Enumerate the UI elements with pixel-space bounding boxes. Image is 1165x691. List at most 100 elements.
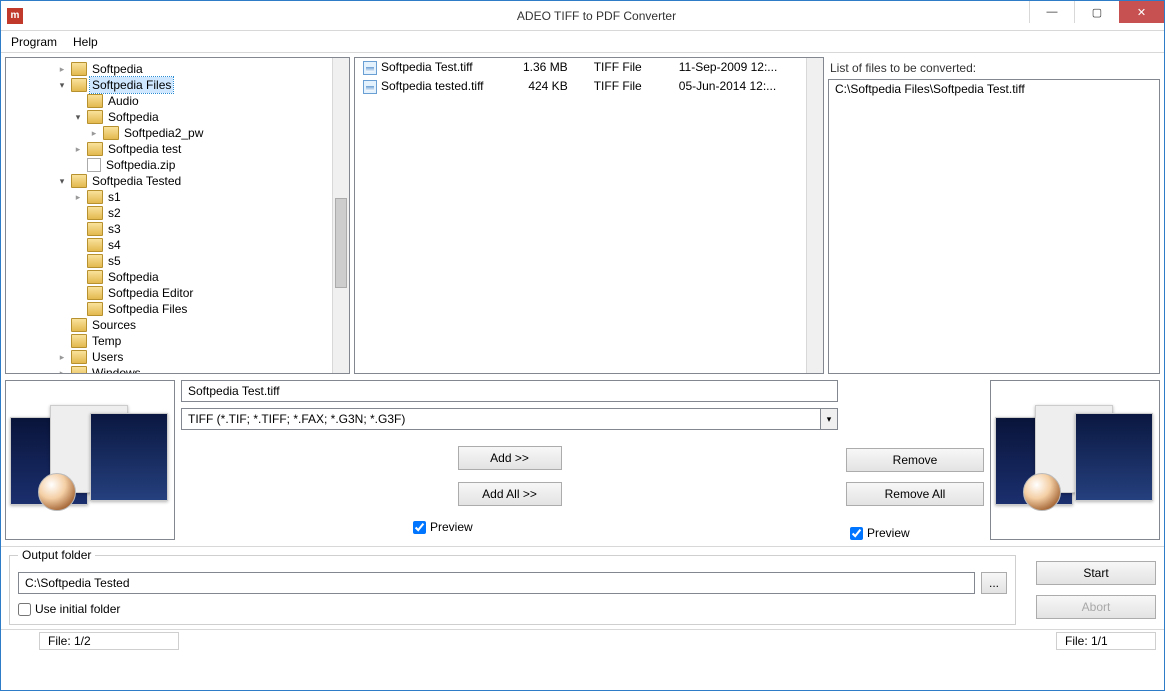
expand-icon[interactable] xyxy=(56,77,68,93)
menu-bar: Program Help xyxy=(1,31,1164,53)
tree-item-label: Softpedia Editor xyxy=(106,285,195,301)
tree-item[interactable]: Softpedia2_pw xyxy=(8,125,347,141)
tree-item-label: Audio xyxy=(106,93,141,109)
tree-item-label: s4 xyxy=(106,237,123,253)
window-title: ADEO TIFF to PDF Converter xyxy=(29,9,1164,23)
tree-item[interactable]: Audio xyxy=(8,93,347,109)
folder-icon xyxy=(71,350,87,364)
status-right: File: 1/1 xyxy=(1056,632,1156,650)
tree-scrollbar[interactable] xyxy=(332,58,349,373)
convert-list-label: List of files to be converted: xyxy=(828,57,1160,79)
tree-item[interactable]: Softpedia xyxy=(8,109,347,125)
tree-item-label: Softpedia2_pw xyxy=(122,125,205,141)
tree-item-label: Sources xyxy=(90,317,138,333)
folder-icon xyxy=(87,286,103,300)
tree-item[interactable]: Softpedia Files xyxy=(8,301,347,317)
tree-item[interactable]: Users xyxy=(8,349,347,365)
tree-item[interactable]: s1 xyxy=(8,189,347,205)
preview-left-label: Preview xyxy=(430,520,473,534)
folder-icon xyxy=(87,238,103,252)
title-bar: m ADEO TIFF to PDF Converter — ▢ ✕ xyxy=(1,1,1164,31)
list-item[interactable]: C:\Softpedia Files\Softpedia Test.tiff xyxy=(829,80,1159,98)
use-initial-folder-label: Use initial folder xyxy=(35,602,120,616)
tree-item-label: Softpedia xyxy=(90,61,145,77)
preview-right-checkbox[interactable] xyxy=(850,527,863,540)
expand-icon[interactable] xyxy=(56,173,68,189)
use-initial-folder-checkbox[interactable] xyxy=(18,603,31,616)
tree-item[interactable]: Softpedia Tested xyxy=(8,173,347,189)
tree-item-label: Softpedia Files xyxy=(106,301,189,317)
folder-icon xyxy=(87,94,103,108)
folder-icon xyxy=(87,206,103,220)
file-scrollbar[interactable] xyxy=(806,58,823,373)
folder-icon xyxy=(71,174,87,188)
abort-button[interactable]: Abort xyxy=(1036,595,1156,619)
file-icon xyxy=(87,158,101,172)
tree-item-label: s5 xyxy=(106,253,123,269)
folder-icon xyxy=(87,254,103,268)
tree-item-label: Softpedia test xyxy=(106,141,183,157)
minimize-button[interactable]: — xyxy=(1029,1,1074,23)
tree-item-label: s2 xyxy=(106,205,123,221)
browse-button[interactable]: ... xyxy=(981,572,1007,594)
image-file-icon xyxy=(363,61,377,75)
tree-item[interactable]: Softpedia test xyxy=(8,141,347,157)
tree-item[interactable]: s2 xyxy=(8,205,347,221)
expand-icon[interactable] xyxy=(72,189,84,205)
expand-icon[interactable] xyxy=(56,61,68,77)
tree-item[interactable]: Softpedia.zip xyxy=(8,157,347,173)
expand-icon[interactable] xyxy=(56,349,68,365)
expand-icon[interactable] xyxy=(56,365,68,374)
tree-item[interactable]: Temp xyxy=(8,333,347,349)
file-row[interactable]: Softpedia Test.tiff1.36 MBTIFF File11-Se… xyxy=(355,58,823,77)
remove-button[interactable]: Remove xyxy=(846,448,984,472)
folder-icon xyxy=(87,302,103,316)
filename-input[interactable] xyxy=(181,380,838,402)
close-button[interactable]: ✕ xyxy=(1119,1,1164,23)
output-folder-group: Output folder ... Use initial folder xyxy=(9,555,1016,625)
folder-tree-panel: SoftpediaSoftpedia FilesAudioSoftpediaSo… xyxy=(5,57,350,374)
tree-item[interactable]: s3 xyxy=(8,221,347,237)
output-folder-input[interactable] xyxy=(18,572,975,594)
file-row[interactable]: Softpedia tested.tiff424 KBTIFF File05-J… xyxy=(355,77,823,96)
tree-item-label: Softpedia Files xyxy=(90,77,173,93)
preview-right: i xyxy=(990,380,1160,540)
tree-item[interactable]: Sources xyxy=(8,317,347,333)
menu-program[interactable]: Program xyxy=(7,33,61,51)
tree-item[interactable]: Softpedia Files xyxy=(8,77,347,93)
preview-left-checkbox[interactable] xyxy=(413,521,426,534)
folder-icon xyxy=(71,78,87,92)
add-all-button[interactable]: Add All >> xyxy=(458,482,562,506)
filetype-combo[interactable] xyxy=(181,408,820,430)
folder-icon xyxy=(87,110,103,124)
start-button[interactable]: Start xyxy=(1036,561,1156,585)
tree-item[interactable]: Softpedia Editor xyxy=(8,285,347,301)
tree-item-label: s1 xyxy=(106,189,123,205)
chevron-down-icon[interactable]: ▾ xyxy=(820,408,838,430)
remove-all-button[interactable]: Remove All xyxy=(846,482,984,506)
preview-left: i xyxy=(5,380,175,540)
tree-item[interactable]: s5 xyxy=(8,253,347,269)
expand-icon[interactable] xyxy=(88,125,100,141)
image-file-icon xyxy=(363,80,377,94)
tree-item[interactable]: Softpedia xyxy=(8,61,347,77)
tree-item-label: Softpedia xyxy=(106,269,161,285)
tree-item-label: Softpedia.zip xyxy=(104,157,177,173)
maximize-button[interactable]: ▢ xyxy=(1074,1,1119,23)
menu-help[interactable]: Help xyxy=(69,33,102,51)
expand-icon[interactable] xyxy=(72,109,84,125)
convert-list-panel: C:\Softpedia Files\Softpedia Test.tiff xyxy=(828,79,1160,374)
tree-item[interactable]: Windows xyxy=(8,365,347,374)
folder-icon xyxy=(71,318,87,332)
tree-item[interactable]: Softpedia xyxy=(8,269,347,285)
output-folder-legend: Output folder xyxy=(18,548,95,562)
app-icon: m xyxy=(7,8,23,24)
status-bar: File: 1/2 File: 1/1 xyxy=(1,629,1164,651)
tree-item-label: Users xyxy=(90,349,125,365)
folder-icon xyxy=(87,222,103,236)
tree-item-label: Softpedia xyxy=(106,109,161,125)
tree-item[interactable]: s4 xyxy=(8,237,347,253)
tree-item-label: Windows xyxy=(90,365,143,374)
expand-icon[interactable] xyxy=(72,141,84,157)
add-button[interactable]: Add >> xyxy=(458,446,562,470)
